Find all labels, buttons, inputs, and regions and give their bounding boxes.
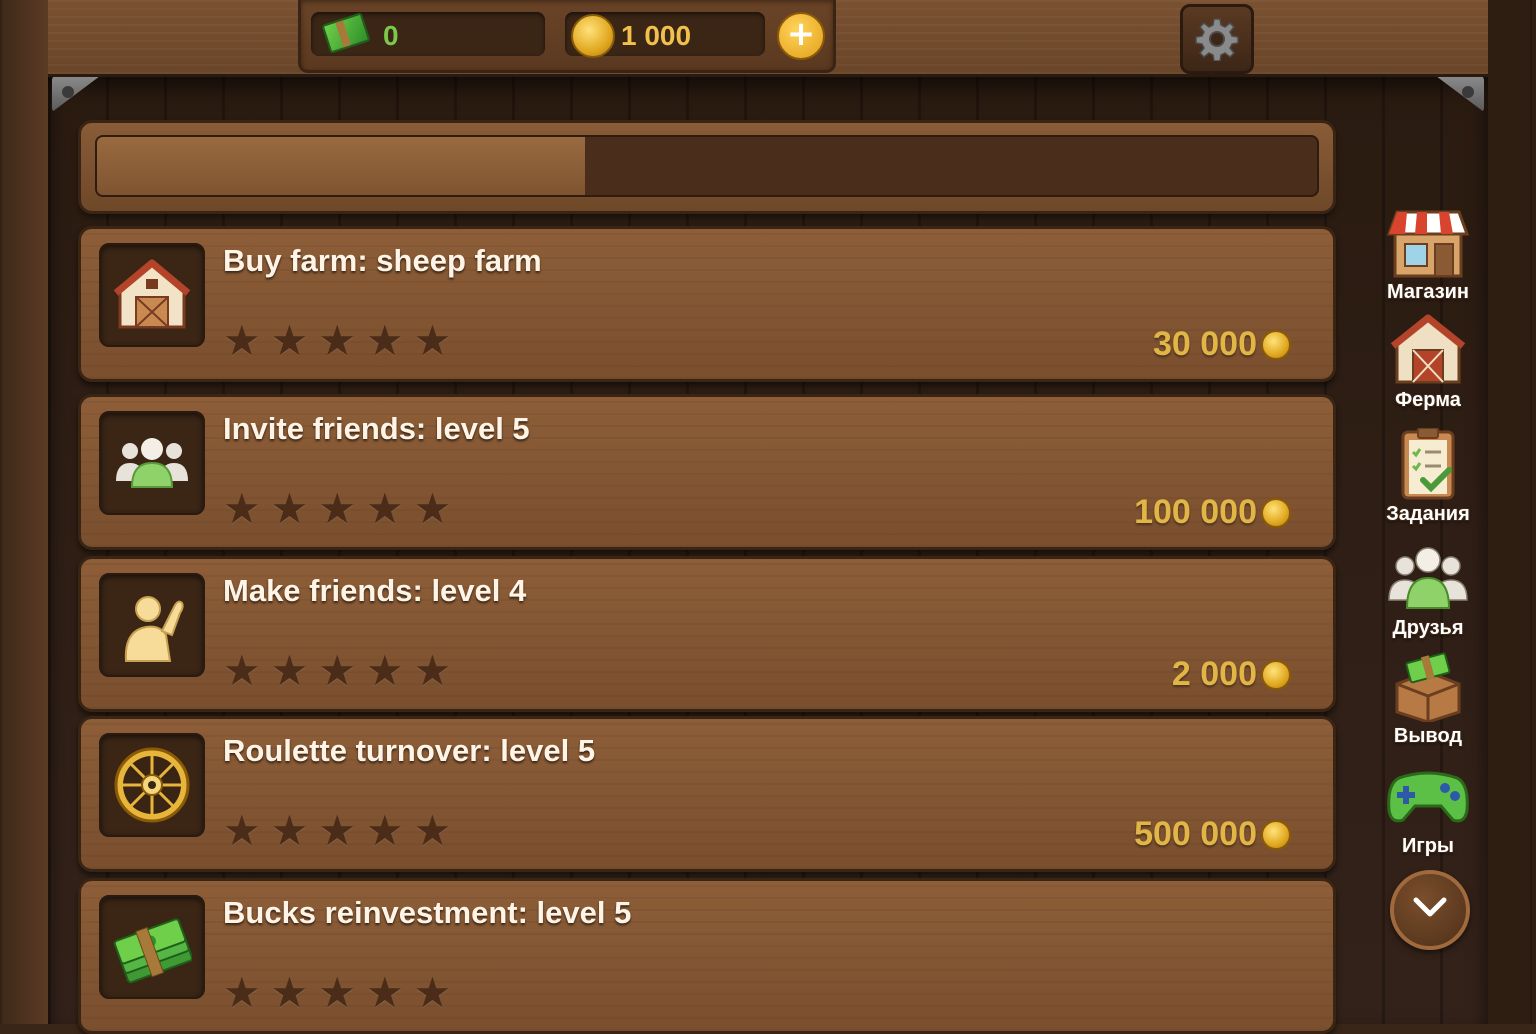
nav-label: Друзья bbox=[1392, 617, 1464, 639]
currency-tray: 0 1 000 + bbox=[298, 0, 836, 73]
roulette-icon bbox=[114, 747, 190, 823]
friends-icon bbox=[1388, 547, 1468, 609]
quest-reward: 500 000 bbox=[1134, 815, 1291, 854]
quest-icon-frame bbox=[99, 411, 205, 515]
star-icon: ★ bbox=[413, 968, 452, 1017]
coins-counter: 1 000 bbox=[565, 12, 765, 58]
quest-stars: ★ ★ ★ ★ ★ bbox=[223, 806, 452, 855]
quest-reward: 30 000 bbox=[1153, 325, 1291, 364]
star-icon: ★ bbox=[318, 646, 356, 695]
chevron-down-icon bbox=[1413, 897, 1447, 917]
star-icon: ★ bbox=[318, 968, 356, 1017]
star-icon: ★ bbox=[365, 484, 404, 533]
star-icon: ★ bbox=[270, 646, 309, 695]
nav-label: Вывод bbox=[1393, 725, 1463, 747]
quest-icon-frame bbox=[99, 895, 205, 999]
bucks-counter: 0 bbox=[311, 12, 545, 56]
star-icon: ★ bbox=[365, 646, 404, 695]
quest-title: Roulette turnover: level 5 bbox=[223, 733, 596, 768]
bucks-value: 0 bbox=[383, 20, 399, 51]
coin-icon bbox=[1261, 659, 1291, 690]
quest-stars: ★ ★ ★ ★ ★ bbox=[223, 968, 452, 1017]
coin-icon bbox=[1261, 497, 1291, 528]
quest-card[interactable]: Bucks reinvestment: level 5 ★ ★ ★ ★ ★ bbox=[78, 878, 1336, 1034]
star-icon: ★ bbox=[270, 968, 309, 1017]
star-icon: ★ bbox=[413, 316, 452, 365]
scroll-down-button[interactable] bbox=[1390, 870, 1470, 950]
gamepad-icon bbox=[1387, 771, 1469, 823]
progress-bar bbox=[78, 120, 1336, 214]
quest-icon-frame bbox=[99, 243, 205, 347]
star-icon: ★ bbox=[365, 316, 404, 365]
cash-stack-icon bbox=[113, 918, 192, 984]
nav-label: Ферма bbox=[1395, 389, 1461, 411]
star-icon: ★ bbox=[413, 646, 452, 695]
waving-person-icon bbox=[124, 596, 184, 662]
star-icon: ★ bbox=[413, 484, 452, 533]
nav-shop-button[interactable]: Магазин bbox=[1372, 206, 1484, 306]
barn-icon bbox=[113, 259, 191, 329]
quest-reward: 2 000 bbox=[1172, 655, 1291, 694]
star-icon: ★ bbox=[223, 968, 261, 1017]
star-icon: ★ bbox=[270, 316, 309, 365]
coin-icon bbox=[1261, 329, 1291, 360]
reward-value: 500 000 bbox=[1134, 815, 1257, 853]
star-icon: ★ bbox=[270, 484, 309, 533]
clipboard-icon bbox=[1401, 428, 1455, 500]
star-icon: ★ bbox=[365, 806, 404, 855]
quest-reward: 100 000 bbox=[1134, 493, 1291, 532]
quest-title: Bucks reinvestment: level 5 bbox=[223, 895, 632, 930]
nav-label: Задания bbox=[1386, 503, 1470, 525]
friends-icon bbox=[116, 438, 188, 488]
reward-value: 100 000 bbox=[1134, 493, 1257, 531]
quest-card[interactable]: Invite friends: level 5 ★ ★ ★ ★ ★ 100 00… bbox=[78, 394, 1336, 550]
nav-label: Игры bbox=[1401, 835, 1454, 857]
reward-value: 30 000 bbox=[1153, 325, 1257, 363]
quest-card[interactable]: Buy farm: sheep farm ★ ★ ★ ★ ★ 30 000 bbox=[78, 226, 1336, 382]
quest-stars: ★ ★ ★ ★ ★ bbox=[223, 316, 452, 365]
nav-label: Магазин bbox=[1386, 281, 1470, 303]
quest-stars: ★ ★ ★ ★ ★ bbox=[223, 484, 452, 533]
withdraw-box-icon bbox=[1395, 652, 1461, 722]
coin-icon bbox=[571, 14, 615, 58]
nav-friends-button[interactable]: Друзья bbox=[1372, 542, 1484, 642]
star-icon: ★ bbox=[223, 316, 261, 365]
progress-fill bbox=[97, 137, 585, 195]
quest-title: Buy farm: sheep farm bbox=[223, 243, 542, 278]
star-icon: ★ bbox=[223, 646, 261, 695]
star-icon: ★ bbox=[223, 806, 261, 855]
nav-farm-button[interactable]: Ферма bbox=[1372, 314, 1484, 414]
star-icon: ★ bbox=[318, 316, 356, 365]
star-icon: ★ bbox=[223, 484, 261, 533]
star-icon: ★ bbox=[365, 968, 404, 1017]
coin-icon bbox=[1261, 819, 1291, 850]
coins-value: 1 000 bbox=[621, 20, 692, 51]
gear-icon bbox=[1195, 18, 1239, 61]
quest-stars: ★ ★ ★ ★ ★ bbox=[223, 646, 452, 695]
quest-title: Invite friends: level 5 bbox=[223, 411, 530, 446]
add-coins-button[interactable]: + bbox=[777, 12, 825, 60]
progress-track bbox=[95, 135, 1319, 197]
star-icon: ★ bbox=[270, 806, 309, 855]
shop-icon bbox=[1386, 210, 1470, 278]
nav-games-button[interactable]: Игры bbox=[1372, 760, 1484, 860]
nav-tasks-button[interactable]: Задания bbox=[1372, 428, 1484, 528]
cash-icon bbox=[321, 12, 371, 54]
barn-icon bbox=[1390, 314, 1466, 384]
star-icon: ★ bbox=[318, 806, 356, 855]
quest-icon-frame bbox=[99, 573, 205, 677]
reward-value: 2 000 bbox=[1171, 655, 1257, 693]
quest-title: Make friends: level 4 bbox=[223, 573, 527, 608]
nav-withdraw-button[interactable]: Вывод bbox=[1372, 650, 1484, 750]
star-icon: ★ bbox=[318, 484, 356, 533]
quest-card[interactable]: Roulette turnover: level 5 ★ ★ ★ ★ ★ 500… bbox=[78, 716, 1336, 872]
star-icon: ★ bbox=[413, 806, 452, 855]
settings-button[interactable] bbox=[1180, 4, 1254, 74]
quest-icon-frame bbox=[99, 733, 205, 837]
quest-card[interactable]: Make friends: level 4 ★ ★ ★ ★ ★ 2 000 bbox=[78, 556, 1336, 712]
